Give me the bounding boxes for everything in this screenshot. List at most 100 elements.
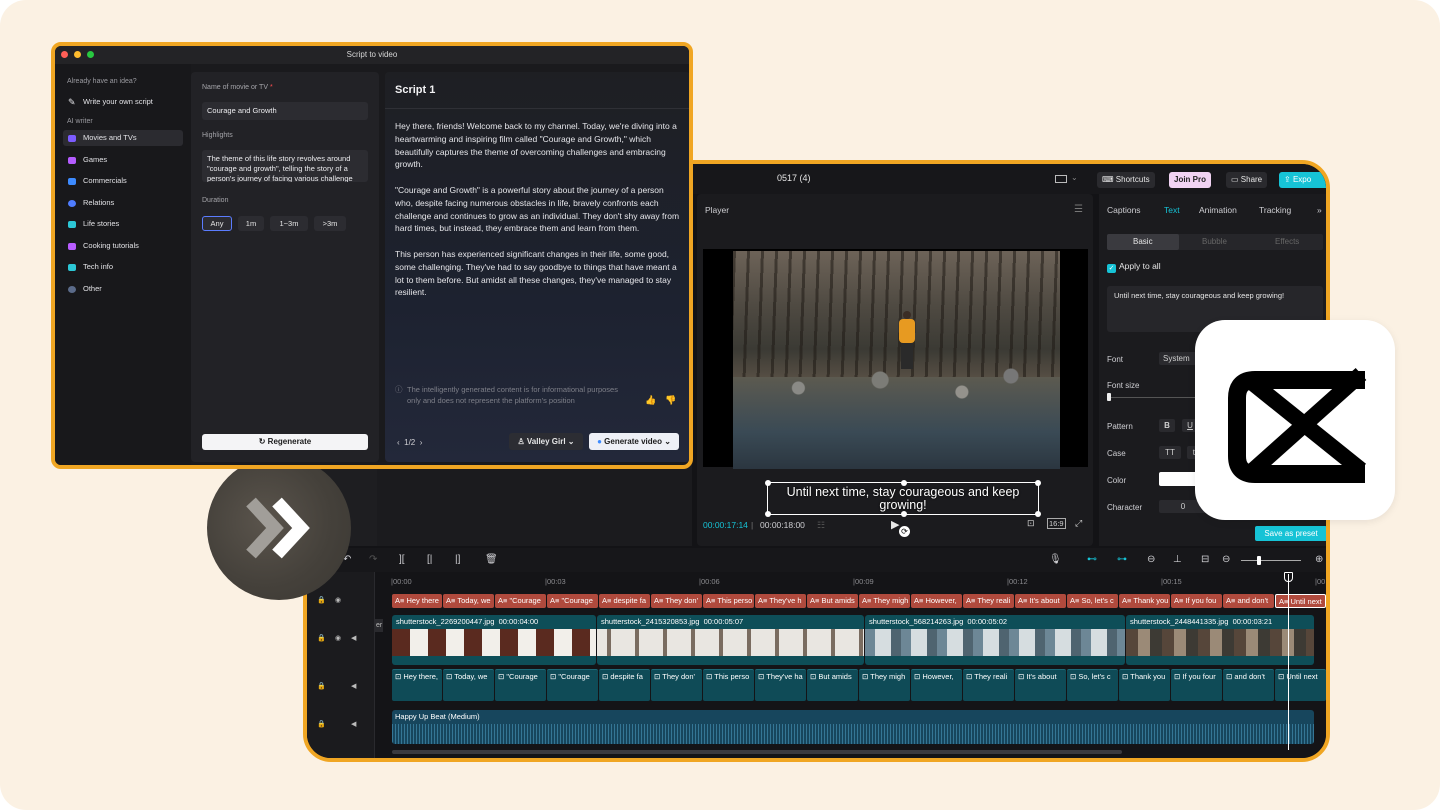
chevron-down-icon[interactable]: ⌄	[1071, 173, 1078, 182]
caption-clip[interactable]: A≡ They reali	[963, 594, 1014, 608]
nav-life-stories[interactable]: Life stories	[63, 216, 183, 232]
zoom-out-icon[interactable]: ⊖	[1222, 554, 1230, 565]
voiceover-clip[interactable]: ⊡ Until next	[1275, 669, 1326, 701]
tab-text[interactable]: Text	[1164, 205, 1180, 215]
track-cover-tab[interactable]: er	[375, 619, 384, 632]
lock-icon[interactable]: 🔒	[317, 682, 326, 690]
caption-clip[interactable]: A≡ "Courage	[495, 594, 546, 608]
nav-games[interactable]: Games	[63, 152, 183, 168]
thumbs-up-icon[interactable]: 👍	[645, 395, 656, 406]
shortcuts-button[interactable]: ⌨ Shortcuts	[1097, 172, 1155, 188]
voiceover-clip[interactable]: ⊡ So, let's c	[1067, 669, 1118, 701]
resize-handle[interactable]	[1035, 511, 1041, 517]
playhead[interactable]	[1288, 574, 1289, 750]
export-button[interactable]: ⇪ Expo	[1279, 172, 1326, 188]
voiceover-clip[interactable]: ⊡ However,	[911, 669, 962, 701]
caption-clip[interactable]: A≡ "Courage	[547, 594, 598, 608]
video-clip[interactable]: shutterstock_2415320853.jpg 00:00:05:07	[597, 615, 864, 665]
caption-clip[interactable]: A≡ Today, we	[443, 594, 494, 608]
fullscreen-icon[interactable]: ⤢	[1075, 518, 1082, 529]
link-icon[interactable]: ⊶	[1117, 554, 1127, 565]
duration-over-3m-button[interactable]: >3m	[314, 216, 346, 231]
generate-video-button[interactable]: ● Generate video ⌄	[589, 433, 679, 450]
caption-clip[interactable]: A≡ However,	[911, 594, 962, 608]
speaker-icon[interactable]: ◀	[351, 682, 356, 690]
nav-cooking-tutorials[interactable]: Cooking tutorials	[63, 238, 183, 254]
redo-icon[interactable]: ↷	[369, 554, 377, 565]
zoom-in-icon[interactable]: ⊕	[1315, 554, 1323, 565]
music-clip[interactable]: Happy Up Beat (Medium)	[392, 710, 1314, 744]
font-size-slider[interactable]	[1109, 397, 1199, 398]
video-clip[interactable]: shutterstock_568214263.jpg 00:00:05:02	[865, 615, 1125, 665]
join-pro-button[interactable]: Join Pro	[1169, 172, 1212, 188]
nav-commercials[interactable]: Commercials	[63, 173, 183, 189]
video-clip[interactable]: shutterstock_2448441335.jpg 00:00:03:21	[1126, 615, 1314, 665]
voiceover-clip[interactable]: ⊡ They've ha	[755, 669, 806, 701]
video-preview[interactable]: Until next time, stay courageous and kee…	[703, 249, 1088, 537]
voice-select[interactable]: ♙ Valley Girl ⌄	[509, 433, 583, 450]
lock-icon[interactable]: 🔒	[317, 634, 326, 642]
resize-handle[interactable]	[1035, 480, 1041, 486]
voiceover-clip[interactable]: ⊡ They migh	[859, 669, 910, 701]
play-icon[interactable]: ▶	[891, 518, 899, 531]
caption-clip[interactable]: A≡ Thank you	[1119, 594, 1170, 608]
regenerate-button[interactable]: ↻ Regenerate	[202, 434, 368, 450]
save-as-preset-button[interactable]: Save as preset	[1255, 526, 1326, 541]
caption-clip[interactable]: A≡ They migh	[859, 594, 910, 608]
voiceover-clip[interactable]: ⊡ This perso	[703, 669, 754, 701]
thumbs-down-icon[interactable]: 👎	[665, 395, 676, 406]
segment-effects[interactable]: Effects	[1275, 237, 1299, 246]
resize-handle[interactable]	[765, 511, 771, 517]
linkage-icon[interactable]: ⊖	[1147, 554, 1155, 565]
prev-page-icon[interactable]: ‹	[397, 438, 400, 447]
speaker-icon[interactable]: ◀	[351, 720, 356, 728]
zoom-knob[interactable]	[1257, 556, 1261, 565]
split-left-icon[interactable]: [|	[427, 554, 432, 565]
timeline-scrollbar[interactable]	[392, 750, 1122, 754]
voiceover-clip[interactable]: ⊡ Hey there,	[392, 669, 442, 701]
segment-bubble[interactable]: Bubble	[1202, 237, 1227, 246]
nav-movies-and-tvs[interactable]: Movies and TVs	[63, 130, 183, 146]
bold-button[interactable]: B	[1159, 419, 1175, 432]
mic-icon[interactable]: 🎙	[1049, 554, 1062, 565]
case-upper-button[interactable]: TT	[1159, 446, 1181, 459]
split-right-icon[interactable]: |]	[455, 554, 460, 565]
voiceover-clip[interactable]: ⊡ It's about	[1015, 669, 1066, 701]
apply-to-all-checkbox[interactable]: ✓ Apply to all	[1107, 261, 1161, 273]
voiceover-clip[interactable]: ⊡ They reali	[963, 669, 1014, 701]
layout-icon[interactable]	[1055, 175, 1067, 183]
eye-icon[interactable]: ◉	[335, 634, 341, 642]
nav-other[interactable]: Other	[63, 281, 183, 297]
more-tabs-icon[interactable]: »	[1317, 205, 1322, 215]
highlights-input[interactable]: The theme of this life story revolves ar…	[202, 150, 368, 182]
voiceover-clip[interactable]: ⊡ "Courage	[547, 669, 598, 701]
fit-screen-icon[interactable]: ⊡	[1027, 518, 1035, 529]
nav-relations[interactable]: Relations	[63, 195, 183, 211]
rotate-icon[interactable]: ⟳	[899, 526, 910, 537]
voiceover-clip[interactable]: ⊡ "Courage	[495, 669, 546, 701]
caption-clip[interactable]: A≡ They've h	[755, 594, 806, 608]
split-view-icon[interactable]: ⊥	[1173, 554, 1182, 565]
caption-clip[interactable]: A≡ It's about	[1015, 594, 1066, 608]
menu-icon[interactable]: ☰	[1074, 204, 1083, 215]
caption-clip[interactable]: A≡ They don'	[651, 594, 702, 608]
duration-1-3m-button[interactable]: 1~3m	[270, 216, 308, 231]
voiceover-clip[interactable]: ⊡ They don'	[651, 669, 702, 701]
caption-clip[interactable]: A≡ But amids	[807, 594, 858, 608]
caption-clip[interactable]: A≡ and don't	[1223, 594, 1274, 608]
tab-captions[interactable]: Captions	[1107, 205, 1141, 215]
zoom-slider[interactable]	[1241, 560, 1301, 561]
caption-clip[interactable]: A≡ If you fou	[1171, 594, 1222, 608]
voiceover-clip[interactable]: ⊡ despite fa	[599, 669, 650, 701]
caption-clip-selected[interactable]: A≡ Until next	[1275, 594, 1326, 608]
duration-1m-button[interactable]: 1m	[238, 216, 264, 231]
preview-axis-icon[interactable]: ⊟	[1201, 554, 1209, 565]
caption-clip[interactable]: A≡ despite fa	[599, 594, 650, 608]
font-size-knob[interactable]	[1107, 393, 1111, 401]
nav-tech-info[interactable]: Tech info	[63, 259, 183, 275]
magnet-icon[interactable]: ⊷	[1087, 554, 1097, 565]
resize-handle[interactable]	[901, 480, 907, 486]
split-icon[interactable]: ][	[399, 554, 405, 565]
caption-clip[interactable]: A≡ Hey there	[392, 594, 442, 608]
caption-clip[interactable]: A≡ This perso	[703, 594, 754, 608]
